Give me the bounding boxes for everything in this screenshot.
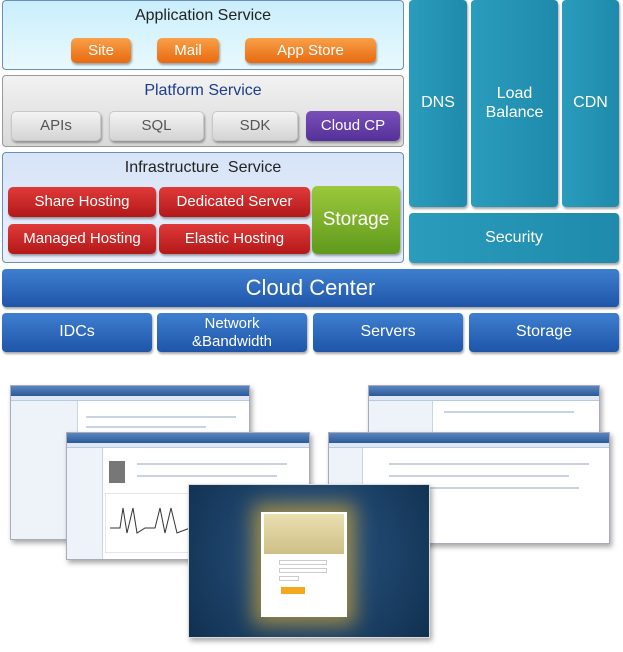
application-service-title: Application Service bbox=[134, 7, 272, 24]
login-screenshot bbox=[188, 484, 430, 638]
security-box: Security bbox=[409, 213, 619, 263]
server-banner-image bbox=[264, 514, 344, 554]
traffic-graph bbox=[105, 493, 195, 553]
elastic-hosting-box: Elastic Hosting bbox=[159, 224, 310, 254]
idcs-box: IDCs bbox=[2, 313, 152, 352]
login-button bbox=[281, 587, 305, 594]
mail-box: Mail bbox=[157, 38, 219, 63]
sdk-box: SDK bbox=[212, 111, 298, 141]
login-dialog bbox=[261, 512, 347, 617]
app-store-box: App Store bbox=[245, 38, 376, 63]
server-icon bbox=[109, 461, 125, 483]
application-service-panel: Application Service Site Mail App Store bbox=[2, 0, 404, 70]
cloud-center-bar: Cloud Center bbox=[2, 269, 619, 307]
apis-box: APIs bbox=[11, 111, 101, 141]
infrastructure-service-panel: Infrastructure Service Share Hosting Ded… bbox=[2, 152, 404, 263]
site-box: Site bbox=[71, 38, 131, 63]
cloud-cp-box: Cloud CP bbox=[306, 111, 400, 141]
dns-box: DNS bbox=[409, 0, 467, 207]
servers-box: Servers bbox=[313, 313, 463, 352]
infrastructure-service-title: Infrastructure Service bbox=[124, 159, 282, 176]
platform-service-title: Platform Service bbox=[144, 82, 262, 99]
share-hosting-box: Share Hosting bbox=[8, 187, 156, 217]
managed-hosting-box: Managed Hosting bbox=[8, 224, 156, 254]
storage-base-box: Storage bbox=[469, 313, 619, 352]
load-balance-box: Load Balance bbox=[471, 0, 558, 207]
cdn-box: CDN bbox=[562, 0, 619, 207]
network-bandwidth-box: Network &Bandwidth bbox=[157, 313, 307, 352]
sql-box: SQL bbox=[109, 111, 204, 141]
platform-service-panel: Platform Service APIs SQL SDK Cloud CP bbox=[2, 75, 404, 147]
storage-box: Storage bbox=[312, 186, 400, 254]
dedicated-server-box: Dedicated Server bbox=[159, 187, 310, 217]
